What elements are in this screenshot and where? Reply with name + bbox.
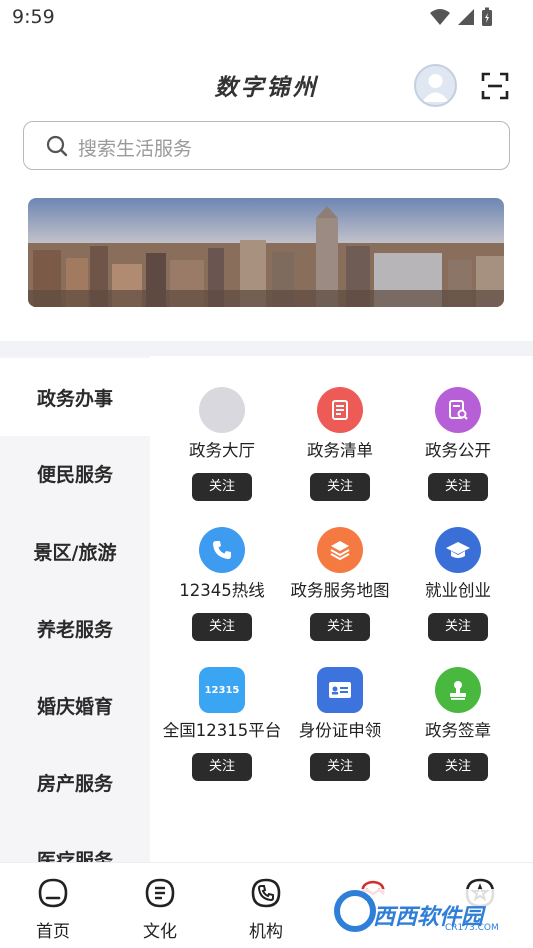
scan-icon[interactable] — [481, 72, 509, 100]
graduation-cap-icon — [435, 527, 481, 573]
document-list-icon — [317, 387, 363, 433]
service-item[interactable]: 政务服务地图 关注 — [280, 527, 400, 641]
watermark-subtext: CR173.COM — [445, 923, 499, 933]
service-item[interactable]: 12345热线 关注 — [162, 527, 282, 641]
follow-button[interactable]: 关注 — [310, 473, 370, 501]
service-item[interactable]: 政务签章 关注 — [398, 667, 518, 781]
follow-button[interactable]: 关注 — [428, 613, 488, 641]
nav-label: 机构 — [249, 922, 283, 942]
badge-12315-icon: 12315 — [199, 667, 245, 713]
category-item-gov-affairs[interactable]: 政务办事 — [0, 358, 150, 436]
category-item-real-estate[interactable]: 房产服务 — [0, 743, 150, 821]
follow-button[interactable]: 关注 — [192, 613, 252, 641]
service-name: 全国12315平台 — [162, 721, 282, 740]
stamp-icon — [435, 667, 481, 713]
service-grid: 政务大厅 关注 政务清单 关注 政务公开 关注 12345热线 关注 政务服务地… — [150, 356, 533, 862]
service-item[interactable]: 身份证申领 关注 — [280, 667, 400, 781]
service-name: 政务服务地图 — [290, 581, 390, 600]
nav-label: 文化 — [143, 922, 177, 942]
service-name: 就业创业 — [425, 581, 491, 600]
phone-org-icon — [251, 878, 281, 908]
battery-icon — [482, 7, 492, 26]
status-time: 9:59 — [12, 6, 55, 28]
search-input[interactable]: 搜索生活服务 — [23, 121, 510, 170]
id-card-icon — [317, 667, 363, 713]
service-item[interactable]: 12315 全国12315平台 关注 — [162, 667, 282, 781]
nav-item-organization[interactable]: 机构 — [226, 863, 306, 948]
follow-button[interactable]: 关注 — [428, 753, 488, 781]
category-item-medical[interactable]: 医疗服务 — [0, 820, 150, 863]
avatar[interactable] — [414, 64, 457, 107]
city-banner[interactable] — [28, 198, 504, 307]
section-divider — [0, 341, 533, 356]
category-item-wedding[interactable]: 婚庆婚育 — [0, 666, 150, 744]
user-avatar-icon — [422, 74, 449, 102]
category-item-convenience[interactable]: 便民服务 — [0, 434, 150, 512]
service-item[interactable]: 就业创业 关注 — [398, 527, 518, 641]
nav-label: 首页 — [36, 922, 70, 942]
service-item[interactable]: 政务大厅 关注 — [162, 387, 282, 501]
search-placeholder: 搜索生活服务 — [78, 138, 193, 160]
wifi-icon — [430, 9, 450, 25]
hall-placeholder-icon — [199, 387, 245, 433]
service-item[interactable]: 政务公开 关注 — [398, 387, 518, 501]
service-name: 身份证申领 — [298, 721, 382, 740]
service-name: 政务签章 — [425, 721, 491, 740]
follow-button[interactable]: 关注 — [192, 473, 252, 501]
service-name: 政务大厅 — [189, 441, 255, 460]
phone-icon — [199, 527, 245, 573]
service-name: 政务清单 — [307, 441, 373, 460]
badge-12315-text: 12315 — [204, 684, 240, 696]
follow-button[interactable]: 关注 — [192, 753, 252, 781]
city-skyline-image — [28, 198, 504, 307]
search-icon — [46, 135, 68, 157]
nav-item-home[interactable]: 首页 — [13, 863, 93, 948]
status-icons — [429, 7, 493, 27]
layers-icon — [317, 527, 363, 573]
nav-item-culture[interactable]: 文化 — [120, 863, 200, 948]
site-watermark: 西西软件园 CR173.COM — [333, 875, 513, 941]
culture-icon — [145, 878, 175, 908]
follow-button[interactable]: 关注 — [310, 753, 370, 781]
home-icon — [38, 878, 68, 908]
service-name: 政务公开 — [425, 441, 491, 460]
service-item[interactable]: 政务清单 关注 — [280, 387, 400, 501]
follow-button[interactable]: 关注 — [428, 473, 488, 501]
service-name: 12345热线 — [179, 581, 265, 600]
category-item-elderly-care[interactable]: 养老服务 — [0, 589, 150, 667]
category-item-tourism[interactable]: 景区/旅游 — [0, 512, 150, 590]
status-bar: 9:59 — [0, 0, 533, 36]
document-search-icon — [435, 387, 481, 433]
signal-icon — [458, 9, 474, 25]
category-sidebar: 政务办事 便民服务 景区/旅游 养老服务 婚庆婚育 房产服务 医疗服务 — [0, 356, 150, 862]
follow-button[interactable]: 关注 — [310, 613, 370, 641]
